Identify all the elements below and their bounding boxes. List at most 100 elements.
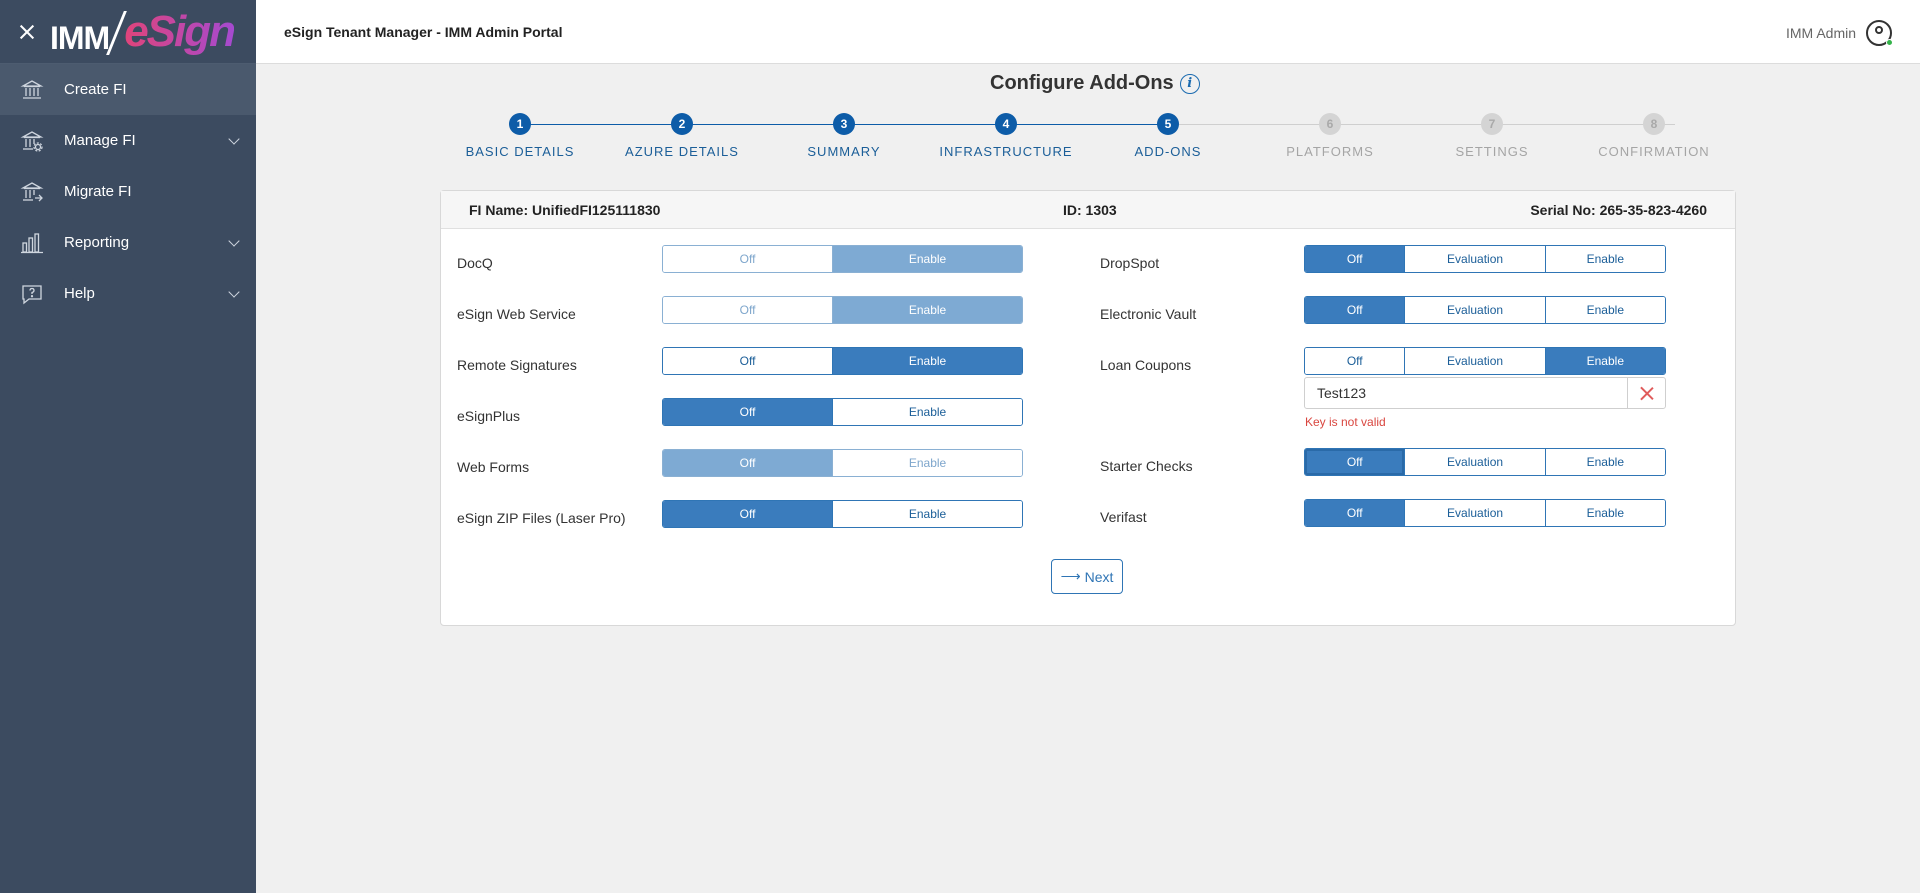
toggle-electronic-vault: Off Evaluation Enable xyxy=(1304,296,1666,324)
page-title: Configure Add-Ons i xyxy=(990,72,1200,95)
option-enable[interactable]: Enable xyxy=(1544,297,1665,323)
sidebar-item-label: Migrate FI xyxy=(64,183,132,200)
option-off: Off xyxy=(663,246,833,272)
addon-label-verifast: Verifast xyxy=(1100,509,1147,525)
addon-label-esign-web-service: eSign Web Service xyxy=(457,306,576,322)
info-icon[interactable]: i xyxy=(1179,73,1200,94)
toggle-docq: Off Enable xyxy=(662,245,1023,273)
step-number: 8 xyxy=(1643,113,1665,135)
step-number: 2 xyxy=(671,113,693,135)
option-evaluation[interactable]: Evaluation xyxy=(1404,246,1545,272)
option-off[interactable]: Off xyxy=(1305,297,1405,323)
online-status-dot xyxy=(1886,39,1893,46)
toggle-esign-web-service: Off Enable xyxy=(662,296,1023,324)
fi-serial: Serial No: 265-35-823-4260 xyxy=(1530,201,1707,218)
logo-esign: eSign xyxy=(124,6,236,56)
wizard-stepper: 1 BASIC DETAILS 2 AZURE DETAILS 3 SUMMAR… xyxy=(460,113,1790,173)
addon-label-esignplus: eSignPlus xyxy=(457,408,521,424)
addon-label-loan-coupons: Loan Coupons xyxy=(1100,357,1192,373)
toggle-dropspot: Off Evaluation Enable xyxy=(1304,245,1666,273)
chevron-down-icon[interactable] xyxy=(228,133,240,145)
user-menu[interactable]: IMM Admin xyxy=(1786,20,1893,46)
addon-label-esign-zip-files: eSign ZIP Files (Laser Pro) xyxy=(457,510,626,526)
sidebar-header: IMM eSign xyxy=(0,0,256,64)
loan-coupons-key-input[interactable] xyxy=(1305,378,1627,408)
sidebar-item-label: Reporting xyxy=(64,234,130,251)
fi-id: ID: 1303 xyxy=(1063,201,1117,218)
option-evaluation[interactable]: Evaluation xyxy=(1404,500,1545,526)
option-enable: Enable xyxy=(832,297,1022,323)
bank-migrate-icon xyxy=(20,181,44,201)
option-off[interactable]: Off xyxy=(1305,449,1407,475)
option-off[interactable]: Off xyxy=(1305,246,1405,272)
sidebar-item-help[interactable]: Help xyxy=(0,268,256,319)
option-off[interactable]: Off xyxy=(663,399,833,425)
clear-key-icon[interactable] xyxy=(1627,378,1665,408)
page-title-text: Configure Add-Ons xyxy=(990,72,1174,94)
option-off[interactable]: Off xyxy=(1305,348,1405,374)
top-header: eSign Tenant Manager - IMM Admin Portal … xyxy=(256,0,1920,64)
chevron-down-icon[interactable] xyxy=(228,286,240,298)
option-off[interactable]: Off xyxy=(1305,500,1405,526)
addon-label-dropspot: DropSpot xyxy=(1100,255,1160,271)
option-enable[interactable]: Enable xyxy=(832,399,1022,425)
sidebar-item-migrate-fi[interactable]: Migrate FI xyxy=(0,166,256,217)
bar-chart-icon xyxy=(21,232,43,253)
help-chat-icon xyxy=(22,284,42,304)
avatar-icon[interactable] xyxy=(1866,20,1893,46)
arrow-right-icon: ⟶ xyxy=(1060,568,1081,584)
sidebar-item-label: Manage FI xyxy=(64,132,136,149)
avatar-head xyxy=(1875,26,1883,34)
step-number: 4 xyxy=(995,113,1017,135)
step-number: 3 xyxy=(833,113,855,135)
toggle-esign-zip-files: Off Enable xyxy=(662,500,1023,528)
toggle-web-forms: Off Enable xyxy=(662,449,1023,477)
addon-label-web-forms: Web Forms xyxy=(457,459,530,475)
toggle-verifast: Off Evaluation Enable xyxy=(1304,499,1666,527)
option-enable[interactable]: Enable xyxy=(1544,500,1665,526)
option-evaluation[interactable]: Evaluation xyxy=(1404,449,1545,475)
logo-imm: IMM xyxy=(50,19,110,56)
sidebar: IMM eSign Create FI Manage FI Migrate FI xyxy=(0,0,256,893)
option-enable[interactable]: Enable xyxy=(1544,449,1665,475)
option-enable: Enable xyxy=(832,450,1022,476)
sidebar-item-reporting[interactable]: Reporting xyxy=(0,217,256,268)
addon-label-docq: DocQ xyxy=(457,255,493,271)
bank-icon xyxy=(20,79,44,99)
option-evaluation[interactable]: Evaluation xyxy=(1404,297,1545,323)
option-off[interactable]: Off xyxy=(663,501,833,527)
option-evaluation[interactable]: Evaluation xyxy=(1404,348,1545,374)
step-number: 1 xyxy=(509,113,531,135)
addon-label-electronic-vault: Electronic Vault xyxy=(1100,306,1197,322)
step-label: CONFIRMATION xyxy=(1598,144,1710,159)
key-error-message: Key is not valid xyxy=(1305,415,1386,429)
step-number: 7 xyxy=(1481,113,1503,135)
option-enable[interactable]: Enable xyxy=(1544,348,1665,374)
app-title: eSign Tenant Manager - IMM Admin Portal xyxy=(284,23,563,40)
bank-settings-icon xyxy=(20,130,44,152)
option-off: Off xyxy=(663,450,833,476)
sidebar-item-create-fi[interactable]: Create FI xyxy=(0,64,256,115)
sidebar-item-manage-fi[interactable]: Manage FI xyxy=(0,115,256,166)
next-button[interactable]: ⟶ Next xyxy=(1051,559,1123,594)
next-button-label: Next xyxy=(1084,568,1114,585)
step-number: 5 xyxy=(1157,113,1179,135)
chevron-down-icon[interactable] xyxy=(228,235,240,247)
toggle-loan-coupons: Off Evaluation Enable xyxy=(1304,347,1666,375)
option-enable[interactable]: Enable xyxy=(832,501,1022,527)
addon-label-starter-checks: Starter Checks xyxy=(1100,458,1193,474)
toggle-remote-signatures: Off Enable xyxy=(662,347,1023,375)
close-icon[interactable] xyxy=(18,23,36,41)
option-off: Off xyxy=(663,297,833,323)
option-enable[interactable]: Enable xyxy=(1544,246,1665,272)
fi-info-bar: FI Name: UnifiedFI125111830 ID: 1303 Ser… xyxy=(441,191,1735,229)
toggle-esignplus: Off Enable xyxy=(662,398,1023,426)
sidebar-item-label: Create FI xyxy=(64,81,127,98)
option-off[interactable]: Off xyxy=(663,348,833,374)
sidebar-item-label: Help xyxy=(64,285,95,302)
addon-label-remote-signatures: Remote Signatures xyxy=(457,357,577,373)
step-number: 6 xyxy=(1319,113,1341,135)
fi-name: FI Name: UnifiedFI125111830 xyxy=(469,201,661,218)
option-enable[interactable]: Enable xyxy=(832,348,1022,374)
toggle-starter-checks: Off Evaluation Enable xyxy=(1304,448,1666,476)
